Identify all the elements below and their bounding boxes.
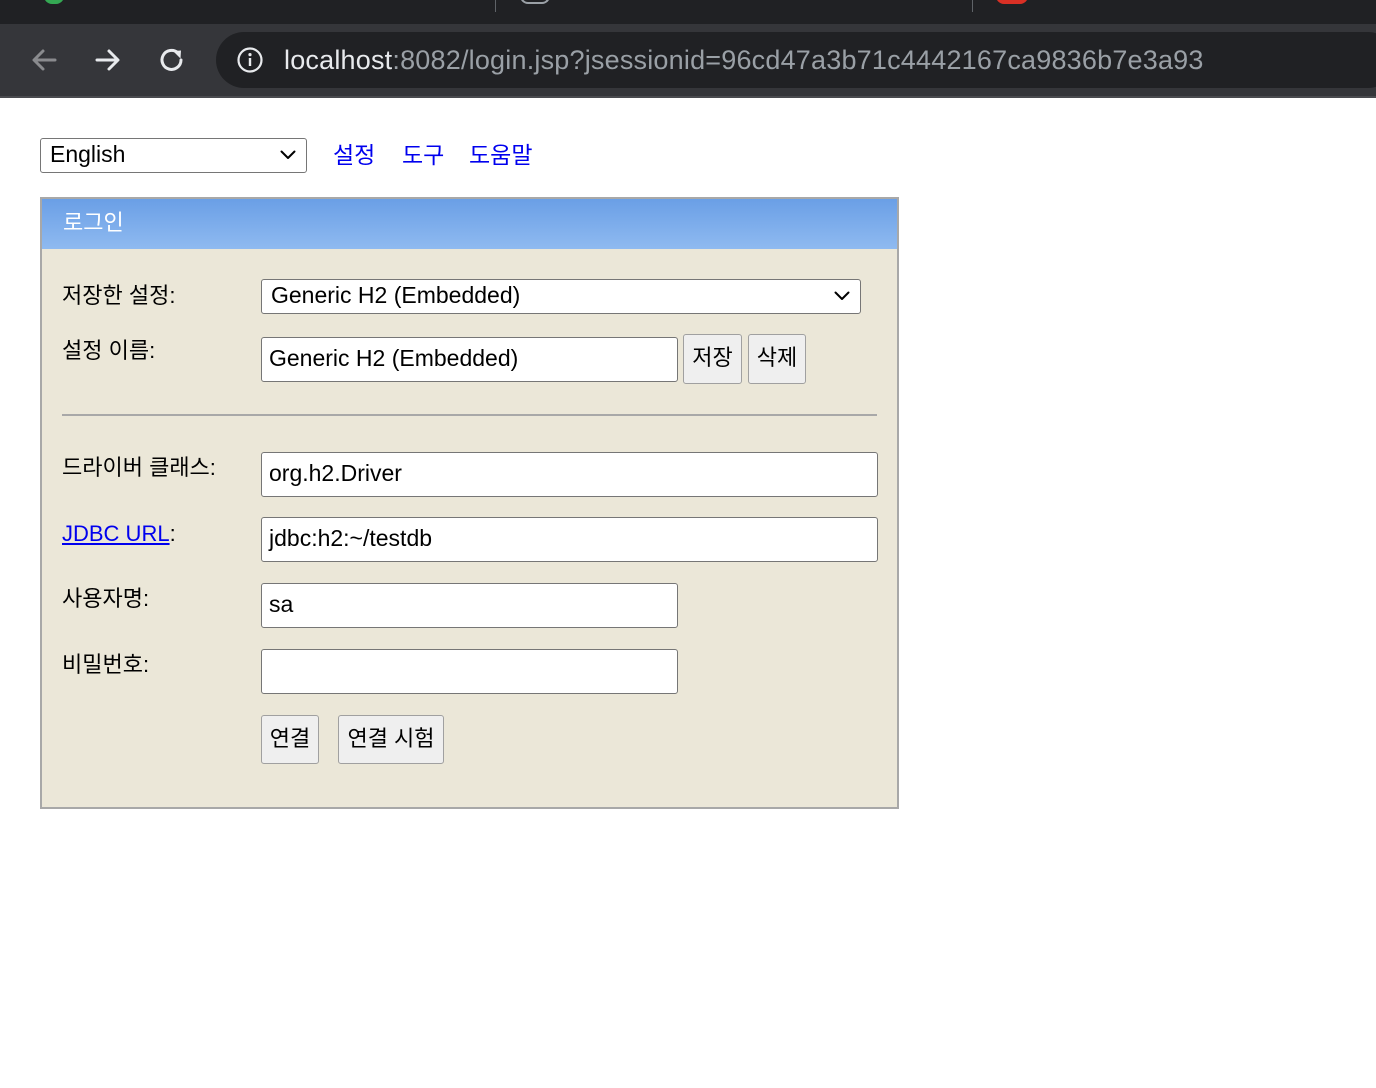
tab-separator [495,0,496,12]
login-panel-title: 로그인 [63,210,124,235]
language-select[interactable]: English [40,138,307,173]
url-path: :8082/login.jsp?jsessionid=96cd47a3b71c4… [392,45,1204,75]
username-input[interactable]: sa [261,583,678,628]
connect-button[interactable]: 연결 [261,715,319,764]
saved-settings-select[interactable]: Generic H2 (Embedded) [261,279,861,314]
login-panel: 로그인 저장한 설정: Generic H2 (Embedded) 설정 이름:… [40,197,899,809]
forward-button[interactable] [86,38,130,82]
jdbc-url-colon: : [169,521,176,546]
save-setting-button[interactable]: 저장 [683,334,742,384]
reload-icon [160,48,183,71]
site-info-icon[interactable] [236,46,264,74]
back-button[interactable] [22,38,66,82]
saved-settings-label: 저장한 설정: [62,283,176,308]
reload-button[interactable] [150,38,194,82]
tab-favicon-fragment[interactable] [520,0,550,4]
tab-favicon-fragment[interactable] [44,0,64,4]
setting-name-input[interactable]: Generic H2 (Embedded) [261,337,678,382]
test-connection-button[interactable]: 연결 시험 [338,715,444,764]
tab-separator [972,0,973,12]
browser-tab-strip [0,0,1376,24]
setting-name-label: 설정 이름: [62,338,156,363]
url-host: localhost [284,45,393,75]
preferences-link[interactable]: 설정 [333,140,375,170]
jdbc-url-input[interactable]: jdbc:h2:~/testdb [261,517,878,562]
password-label: 비밀번호: [62,652,150,677]
browser-toolbar: localhost:8082/login.jsp?jsessionid=96cd… [0,24,1376,98]
tools-link[interactable]: 도구 [402,140,444,170]
forward-arrow-icon [95,49,120,71]
driver-class-label: 드라이버 클래스: [62,455,216,480]
section-divider [62,414,877,416]
url-text[interactable]: localhost:8082/login.jsp?jsessionid=96cd… [284,44,1204,76]
login-panel-header: 로그인 [42,199,897,249]
chevron-down-icon [280,150,296,159]
jdbc-url-help-link[interactable]: JDBC URL [62,521,170,546]
chevron-down-icon [834,291,850,300]
jdbc-url-label: JDBC URL: [62,520,176,548]
language-select-value: English [50,141,126,167]
address-bar[interactable]: localhost:8082/login.jsp?jsessionid=96cd… [216,32,1376,88]
help-link[interactable]: 도움말 [469,140,532,170]
password-input[interactable] [261,649,678,694]
username-label: 사용자명: [62,586,150,611]
saved-settings-select-value: Generic H2 (Embedded) [271,282,521,308]
back-arrow-icon [32,49,57,71]
driver-class-input[interactable]: org.h2.Driver [261,452,878,497]
delete-setting-button[interactable]: 삭제 [748,334,806,384]
tab-favicon-fragment[interactable] [996,0,1028,4]
